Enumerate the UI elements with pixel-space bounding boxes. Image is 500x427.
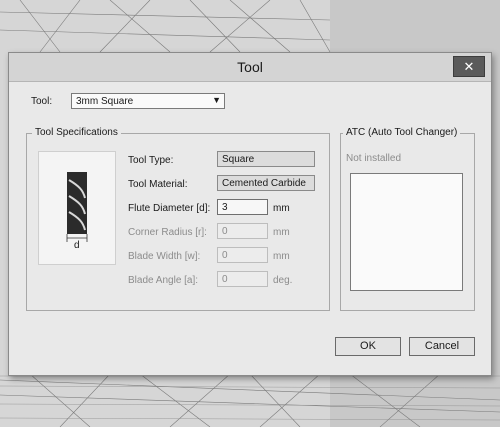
cancel-button[interactable]: Cancel [409, 337, 475, 356]
blade-angle-label: Blade Angle [a]: [128, 275, 199, 286]
ok-button[interactable]: OK [335, 337, 401, 356]
flute-diameter-value: 3 [222, 202, 228, 213]
atc-group-title: ATC (Auto Tool Changer) [343, 127, 461, 138]
tool-material-label: Tool Material: [128, 179, 188, 190]
flute-diameter-unit: mm [273, 203, 290, 214]
blade-width-unit: mm [273, 251, 290, 262]
close-button[interactable]: ✕ [453, 56, 485, 77]
blade-width-label: Blade Width [w]: [128, 251, 201, 262]
flute-diameter-label: Flute Diameter [d]: [128, 203, 211, 214]
tool-type-label: Tool Type: [128, 155, 174, 166]
chevron-down-icon: ▼ [212, 95, 221, 105]
blade-width-input[interactable]: 0 [217, 247, 268, 263]
blade-width-value: 0 [222, 250, 228, 261]
tool-select-value: 3mm Square [76, 96, 134, 107]
atc-preview [350, 173, 463, 291]
tool-specifications-title: Tool Specifications [32, 127, 121, 138]
title-bar: Tool ✕ [9, 53, 491, 82]
tool-type-field: Square [217, 151, 315, 167]
tool-select[interactable]: 3mm Square ▼ [71, 93, 225, 109]
diameter-label: d [74, 240, 80, 251]
tool-dialog: Tool ✕ Tool: 3mm Square ▼ Tool Specifica… [8, 52, 492, 376]
corner-radius-input[interactable]: 0 [217, 223, 268, 239]
dialog-title: Tool [237, 59, 263, 75]
atc-status: Not installed [346, 153, 402, 164]
blade-angle-input[interactable]: 0 [217, 271, 268, 287]
flute-diameter-input[interactable]: 3 [217, 199, 268, 215]
tool-select-label: Tool: [31, 96, 53, 107]
tool-material-field: Cemented Carbide [217, 175, 315, 191]
corner-radius-value: 0 [222, 226, 228, 237]
tool-material-value: Cemented Carbide [222, 178, 306, 189]
blade-angle-value: 0 [222, 274, 228, 285]
tool-type-value: Square [222, 154, 255, 165]
corner-radius-label: Corner Radius [r]: [128, 227, 207, 238]
close-icon: ✕ [463, 59, 475, 74]
corner-radius-unit: mm [273, 227, 290, 238]
tool-diagram: d [38, 151, 116, 265]
blade-angle-unit: deg. [273, 275, 293, 286]
